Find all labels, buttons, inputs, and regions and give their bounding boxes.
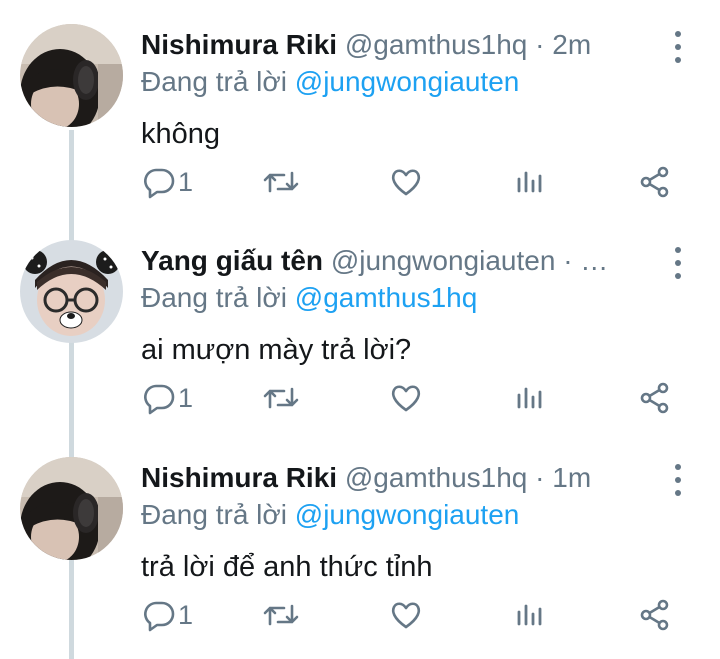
retweet-icon — [263, 387, 299, 409]
replying-prefix: Đang trả lời — [141, 66, 295, 97]
tweet[interactable]: Nishimura Riki @gamthus1hq · 1m Đang trả… — [0, 433, 720, 649]
retweet-button[interactable] — [262, 376, 300, 420]
tweet[interactable]: Yang giấu tên @jungwongiauten · … Đang t… — [0, 216, 720, 432]
tweet-actions: 1 — [0, 593, 720, 637]
display-name[interactable]: Nishimura Riki — [141, 29, 337, 60]
user-handle[interactable]: @gamthus1hq — [345, 29, 528, 60]
avatar[interactable] — [20, 240, 123, 343]
retweet-icon — [263, 171, 299, 193]
separator-dot: · — [563, 245, 573, 276]
replying-prefix: Đang trả lời — [141, 499, 295, 530]
tweet-header: Yang giấu tên @jungwongiauten · … — [141, 244, 650, 278]
reply-button[interactable]: 1 — [142, 160, 193, 204]
replying-to: Đang trả lời @gamthus1hq — [141, 280, 477, 316]
replying-prefix: Đang trả lời — [141, 282, 295, 313]
reply-icon — [144, 384, 175, 415]
tweet-actions: 1 — [0, 376, 720, 420]
more-icon[interactable] — [670, 31, 686, 63]
mention-link[interactable]: @jungwongiauten — [295, 66, 520, 97]
share-button[interactable] — [638, 593, 672, 637]
analytics-button[interactable] — [515, 160, 545, 204]
timestamp[interactable]: … — [580, 245, 608, 276]
separator-dot: · — [535, 29, 545, 60]
replying-to: Đang trả lời @jungwongiauten — [141, 64, 519, 100]
like-icon — [391, 385, 421, 412]
share-button[interactable] — [638, 160, 672, 204]
mention-link[interactable]: @gamthus1hq — [295, 282, 478, 313]
separator-dot: · — [535, 462, 545, 493]
timestamp[interactable]: 2m — [552, 29, 591, 60]
reply-button[interactable]: 1 — [142, 376, 193, 420]
tweet[interactable]: Nishimura Riki @gamthus1hq · 2m Đang trả… — [0, 0, 720, 216]
more-icon[interactable] — [670, 464, 686, 496]
reply-thread: Nishimura Riki @gamthus1hq · 2m Đang trả… — [0, 0, 720, 659]
retweet-button[interactable] — [262, 593, 300, 637]
share-icon — [640, 166, 669, 198]
share-icon — [640, 599, 669, 631]
more-icon[interactable] — [670, 247, 686, 279]
like-icon — [391, 169, 421, 196]
like-button[interactable] — [389, 376, 423, 420]
analytics-icon — [517, 387, 542, 409]
tweet-actions: 1 — [0, 160, 720, 204]
share-button[interactable] — [638, 376, 672, 420]
tweet-text: ai mượn mày trả lời? — [141, 334, 412, 366]
reply-icon — [144, 601, 175, 632]
mention-link[interactable]: @jungwongiauten — [295, 499, 520, 530]
reply-icon — [144, 168, 175, 199]
avatar[interactable] — [20, 457, 123, 560]
analytics-icon — [517, 604, 542, 626]
tweet-text: trả lời để anh thức tỉnh — [141, 551, 433, 583]
reply-count: 1 — [178, 166, 194, 197]
display-name[interactable]: Yang giấu tên — [141, 245, 323, 276]
display-name[interactable]: Nishimura Riki — [141, 462, 337, 493]
tweet-text: không — [141, 118, 221, 150]
like-icon — [391, 602, 421, 629]
reply-button[interactable]: 1 — [142, 593, 193, 637]
retweet-icon — [263, 604, 299, 626]
analytics-icon — [517, 171, 542, 193]
analytics-button[interactable] — [515, 376, 545, 420]
retweet-button[interactable] — [262, 160, 300, 204]
timestamp[interactable]: 1m — [552, 462, 591, 493]
tweet-header: Nishimura Riki @gamthus1hq · 1m — [141, 461, 650, 495]
user-handle[interactable]: @gamthus1hq — [345, 462, 528, 493]
like-button[interactable] — [389, 593, 423, 637]
tweet-header: Nishimura Riki @gamthus1hq · 2m — [141, 28, 650, 62]
analytics-button[interactable] — [515, 593, 545, 637]
like-button[interactable] — [389, 160, 423, 204]
reply-count: 1 — [178, 382, 194, 413]
share-icon — [640, 382, 669, 414]
user-handle[interactable]: @jungwongiauten — [331, 245, 556, 276]
avatar[interactable] — [20, 24, 123, 127]
replying-to: Đang trả lời @jungwongiauten — [141, 497, 519, 533]
reply-count: 1 — [178, 599, 194, 630]
